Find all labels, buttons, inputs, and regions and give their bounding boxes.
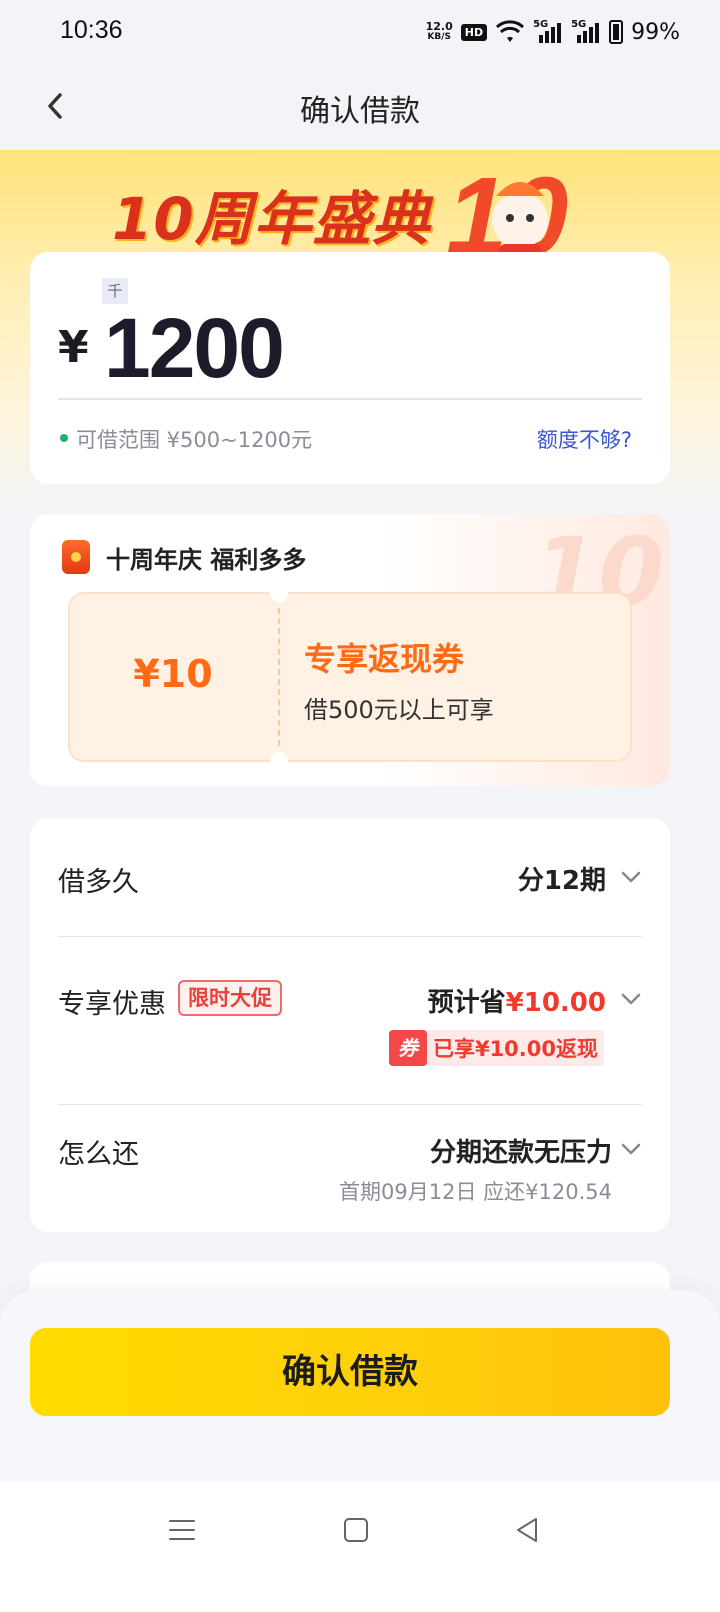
system-navigation-bar [0,1482,720,1612]
net-speed-indicator: 12.0 KB/S [426,21,453,43]
coupon-amount: ¥10 [133,652,213,696]
repay-label: 怎么还 [58,1139,139,1170]
page-title: 确认借款 [300,94,420,129]
battery-icon [609,20,624,44]
status-time: 10:36 [60,16,123,44]
signal-label: 5G [533,19,549,30]
banner-title: 10周年盛典 [112,185,431,253]
term-value: 分12期 [517,866,606,896]
menu-icon[interactable] [162,1510,202,1550]
loan-details-card: 借多久 分12期 专享优惠 限时大促 预计省¥10.00 券 已享¥10.00返… [30,818,670,1232]
row-divider [58,936,642,937]
confirm-loan-button[interactable]: 确认借款 [30,1328,670,1416]
discount-label: 专享优惠 [58,989,166,1020]
coupon-notch [270,752,288,770]
nav-bar: 确认借款 [0,64,720,150]
chevron-down-icon[interactable] [618,1136,644,1162]
status-icons: 12.0 KB/S HD 5G 5G 99% [426,18,680,46]
net-speed-value: 12.0 [425,20,453,33]
net-speed-unit: KB/S [427,32,451,42]
first-repayment-text: 首期09月12日 应还¥120.54 [339,1180,612,1204]
cashback-coupon[interactable]: ¥10 专享返现券 借500元以上可享 [68,584,632,770]
repay-value: 分期还款无压力 [429,1138,612,1168]
wifi-icon [496,20,525,42]
hd-icon: HD [460,23,488,41]
discount-prefix: 预计省 [427,988,506,1018]
coupon-divider [278,608,280,746]
discount-value: 预计省¥10.00 [428,982,606,1019]
chevron-down-icon[interactable] [618,986,644,1012]
amount-divider [58,398,642,400]
term-label: 借多久 [58,867,139,898]
battery-percent: 99% [631,19,680,45]
red-packet-icon [62,540,90,574]
discount-amount: ¥10.00 [505,988,606,1018]
chevron-down-icon[interactable] [618,864,644,890]
row-divider [58,1104,642,1105]
bottom-action-bar: 确认借款 [0,1290,720,1482]
currency-symbol: ¥ [58,322,89,373]
status-bar: 10:36 12.0 KB/S HD 5G 5G 99% [0,0,720,64]
loan-amount-input[interactable]: 1200 [104,300,285,397]
cashback-text: 已享¥10.00返现 [432,1037,598,1061]
quota-insufficient-link[interactable]: 额度不够? [537,424,632,454]
home-icon[interactable] [336,1510,376,1550]
anniversary-promo-card: 10 十周年庆 福利多多 ¥10 专享返现券 借500元以上可享 [30,514,670,786]
borrow-range-text: 可借范围 ¥500~1200元 [76,428,313,452]
loan-amount-card: 千 ¥ 1200 可借范围 ¥500~1200元 额度不够? [30,252,670,484]
back-triangle-icon[interactable] [508,1510,548,1550]
coupon-notch [270,584,288,602]
cashback-applied-badge: 券 已享¥10.00返现 [388,1030,604,1066]
signal-icon: 5G [533,19,563,43]
signal-icon-2: 5G [571,19,601,43]
coupon-icon: 券 [388,1030,427,1066]
range-dot-icon [60,434,68,442]
promo-title: 十周年庆 福利多多 [106,546,307,574]
limited-promo-badge: 限时大促 [178,980,282,1016]
coupon-name: 专享返现券 [304,640,465,678]
coupon-condition: 借500元以上可享 [304,696,494,724]
signal-label: 5G [571,19,587,30]
